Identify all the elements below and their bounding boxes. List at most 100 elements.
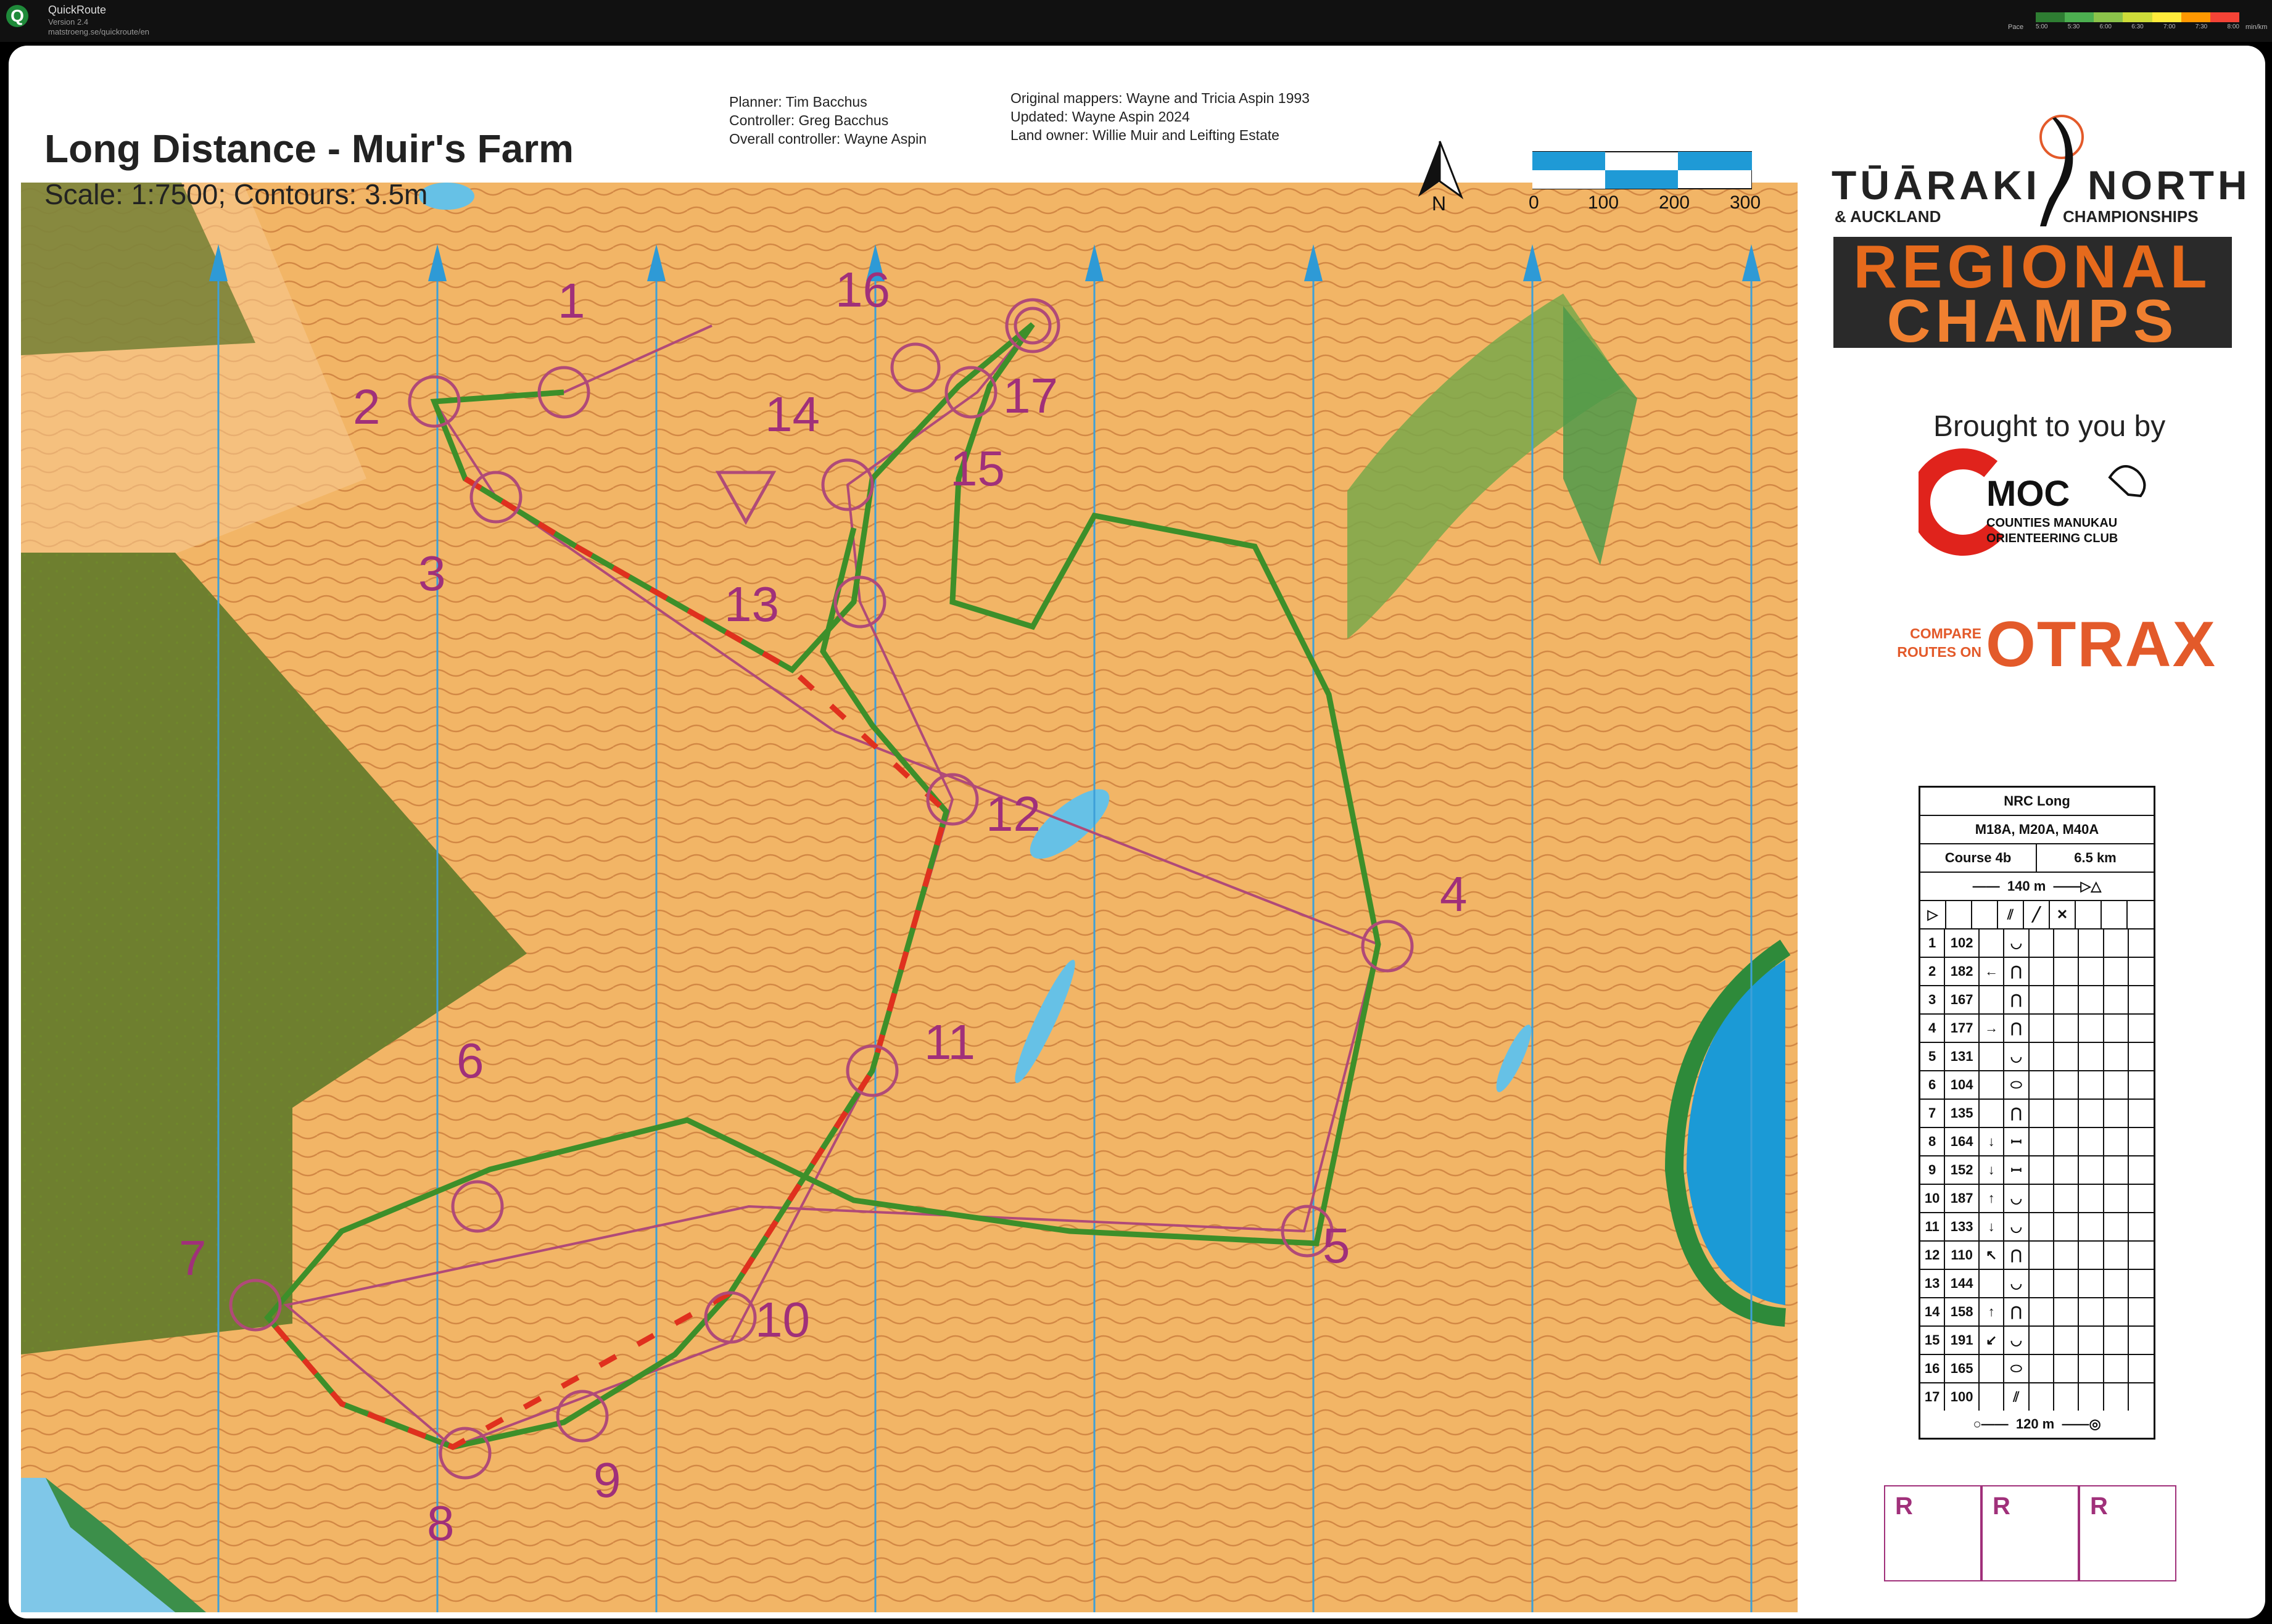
control-label-9[interactable]: 9 [593, 1452, 621, 1509]
control-label-13[interactable]: 13 [724, 576, 779, 633]
cd-direction-icon: ↓ [1980, 1128, 2005, 1155]
cd-code: 187 [1945, 1185, 1980, 1212]
pace-tick: 5:00 [2036, 23, 2048, 30]
control-label-16[interactable]: 16 [835, 262, 890, 318]
kiwi-bird-icon [2108, 465, 2146, 498]
cd-control-row: 5 131 ◡ [1920, 1043, 2154, 1071]
control-label-12[interactable]: 12 [986, 786, 1041, 843]
cd-feature-icon: ⫽ [2004, 1383, 2030, 1411]
cd-direction-icon [1980, 1043, 2005, 1070]
pace-unit: min/km [2245, 23, 2268, 31]
cd-feature-icon: ⋂ [2004, 1015, 2030, 1042]
cd-direction-icon [1980, 1355, 2005, 1382]
cd-direction-icon [1980, 1270, 2005, 1297]
cd-number: 2 [1920, 958, 1946, 985]
cd-direction-icon [1980, 1100, 2005, 1127]
regional-champs-banner: REGIONAL CHAMPS [1833, 237, 2232, 348]
cd-feature-icon: ◡ [2004, 1185, 2030, 1212]
control-label-4[interactable]: 4 [1440, 866, 1468, 923]
cd-control-row: 4 177 → ⋂ [1920, 1015, 2154, 1043]
control-label-5[interactable]: 5 [1323, 1218, 1350, 1274]
cd-control-row: 13 144 ◡ [1920, 1270, 2154, 1298]
cd-event: NRC Long [2004, 793, 2070, 809]
cd-control-row: 17 100 ⫽ [1920, 1383, 2154, 1411]
cd-code: 182 [1945, 958, 1980, 985]
control-label-10[interactable]: 10 [755, 1292, 810, 1348]
cd-control-row: 9 152 ↓ ꟷ [1920, 1156, 2154, 1185]
scale-label-300: 300 [1730, 192, 1761, 213]
finish-distance-text: 120 m [2015, 1416, 2055, 1432]
cd-direction-icon: ↓ [1980, 1156, 2005, 1184]
cd-number: 6 [1920, 1071, 1946, 1098]
cd-number: 12 [1920, 1242, 1946, 1269]
cd-feature-icon: ⬭ [2004, 1071, 2030, 1098]
original-mappers: Original mappers: Wayne and Tricia Aspin… [1010, 90, 1310, 106]
updated: Updated: Wayne Aspin 2024 [1010, 109, 1190, 125]
cd-number: 8 [1920, 1128, 1946, 1155]
cd-control-row: 2 182 ← ⋂ [1920, 958, 2154, 986]
r-box-2: R [1981, 1485, 2079, 1581]
pace-tick: 7:00 [2163, 23, 2176, 30]
cd-code: 164 [1945, 1128, 1980, 1155]
cd-number: 3 [1920, 986, 1946, 1013]
cd-number: 5 [1920, 1043, 1946, 1070]
control-label-7[interactable]: 7 [179, 1230, 207, 1287]
nz-map-logo-icon [2039, 115, 2084, 226]
cd-control-row: 11 133 ↓ ◡ [1920, 1213, 2154, 1242]
cd-number: 11 [1920, 1213, 1946, 1240]
cd-direction-icon: → [1980, 1015, 2005, 1042]
cd-classes: M18A, M20A, M40A [1975, 822, 2099, 837]
cd-code: 177 [1945, 1015, 1980, 1042]
cd-direction-icon [1980, 1071, 2005, 1098]
cd-control-row: 14 158 ↑ ⋂ [1920, 1298, 2154, 1327]
cd-direction-icon: ← [1980, 958, 2005, 985]
control-label-6[interactable]: 6 [456, 1033, 484, 1089]
quickroute-logo-icon: Q [6, 5, 28, 27]
control-label-2[interactable]: 2 [353, 379, 381, 435]
cd-number: 14 [1920, 1298, 1946, 1325]
cd-number: 13 [1920, 1270, 1946, 1297]
cd-feature-icon: ◡ [2004, 1213, 2030, 1240]
app-url[interactable]: matstroeng.se/quickroute/en [48, 27, 149, 36]
cd-code: 100 [1945, 1383, 1980, 1411]
cd-number: 16 [1920, 1355, 1946, 1382]
cd-control-row: 10 187 ↑ ◡ [1920, 1185, 2154, 1213]
control-label-3[interactable]: 3 [418, 545, 446, 602]
orienteering-map[interactable] [21, 183, 1798, 1612]
cd-number: 4 [1920, 1015, 1946, 1042]
north-label: N [1432, 192, 1447, 215]
cd-length: 6.5 km [2074, 850, 2117, 865]
control-label-15[interactable]: 15 [950, 440, 1005, 497]
pace-swatch [2210, 12, 2239, 22]
cd-feature-icon: ⬭ [2004, 1355, 2030, 1382]
scale-label-100: 100 [1588, 192, 1619, 213]
pace-tick: 7:30 [2195, 23, 2208, 30]
control-label-8[interactable]: 8 [427, 1495, 455, 1552]
brand-auckland: & AUCKLAND [1835, 207, 1941, 226]
cd-control-row: 8 164 ↓ ꟷ [1920, 1128, 2154, 1156]
cd-code: 104 [1945, 1071, 1980, 1098]
control-label-14[interactable]: 14 [765, 386, 820, 443]
land-owner: Land owner: Willie Muir and Leifting Est… [1010, 127, 1279, 143]
cmoc-short: MOC [1986, 474, 2070, 514]
cd-direction-icon [1980, 929, 2005, 957]
cd-code: 133 [1945, 1213, 1980, 1240]
control-label-17[interactable]: 17 [1003, 368, 1058, 424]
cd-control-row: 7 135 ⋂ [1920, 1100, 2154, 1128]
app-name: QuickRoute [48, 4, 107, 16]
control-label-11[interactable]: 11 [924, 1014, 975, 1071]
cd-feature-icon: ⋂ [2004, 1298, 2030, 1325]
cd-feature-icon: ◡ [2004, 1270, 2030, 1297]
staff-info: Planner: Tim Bacchus Controller: Greg Ba… [729, 93, 927, 148]
cd-code: 135 [1945, 1100, 1980, 1127]
cmoc-line1: COUNTIES MANUKAU [1986, 516, 2117, 530]
pace-label: Pace [2008, 23, 2024, 31]
compare-routes: COMPARE ROUTES ON [1883, 624, 1981, 661]
cd-control-row: 3 167 ⋂ [1920, 986, 2154, 1015]
brand-north: NORTH [2088, 162, 2251, 208]
pace-tick: 6:00 [2099, 23, 2112, 30]
control-label-1[interactable]: 1 [558, 273, 585, 329]
otrax-logo[interactable]: OTRAX [1986, 608, 2216, 682]
cd-feature-icon: ꟷ [2004, 1128, 2030, 1155]
cd-number: 15 [1920, 1327, 1946, 1354]
